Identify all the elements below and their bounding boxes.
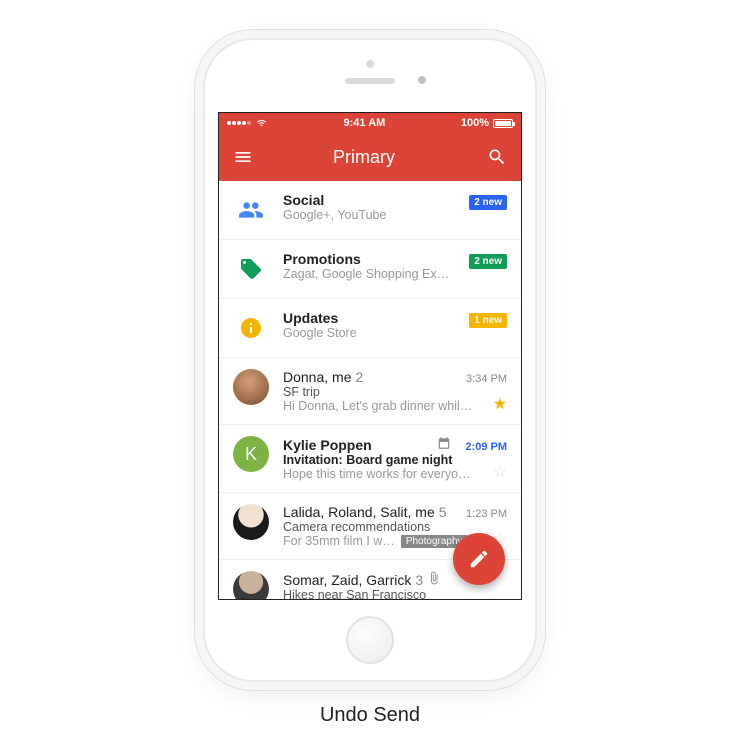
search-icon bbox=[487, 147, 507, 167]
phone-bezel-top bbox=[205, 40, 535, 112]
avatar bbox=[233, 369, 269, 405]
thread-count: 2 bbox=[355, 369, 363, 385]
compose-button[interactable] bbox=[453, 533, 505, 585]
email-from: Somar, Zaid, Garrick bbox=[283, 572, 411, 588]
email-time: 2:09 PM bbox=[457, 441, 507, 453]
category-row-promotions[interactable]: Promotions Zagat, Google Shopping Ex… 2 … bbox=[219, 240, 521, 299]
category-subtitle: Zagat, Google Shopping Ex… bbox=[283, 267, 449, 281]
front-camera bbox=[418, 76, 426, 84]
info-icon bbox=[233, 310, 269, 346]
category-row-social[interactable]: Social Google+, YouTube 2 new bbox=[219, 181, 521, 240]
star-icon[interactable]: ☆ bbox=[493, 462, 507, 482]
phone-screen: 9:41 AM 100% Primary S bbox=[218, 112, 522, 600]
new-badge: 2 new bbox=[469, 195, 507, 210]
status-signal bbox=[227, 118, 268, 128]
status-bar: 9:41 AM 100% bbox=[219, 113, 521, 133]
calendar-icon bbox=[437, 436, 451, 450]
email-subject: Hikes near San Francisco bbox=[283, 588, 426, 599]
category-title: Updates bbox=[283, 310, 338, 326]
category-title: Promotions bbox=[283, 251, 361, 267]
email-from: Lalida, Roland, Salit, me bbox=[283, 504, 435, 520]
status-battery: 100% bbox=[461, 117, 513, 129]
attachment-icon bbox=[427, 571, 441, 585]
pencil-icon bbox=[468, 548, 490, 570]
new-badge: 1 new bbox=[469, 313, 507, 328]
page-title: Primary bbox=[255, 147, 473, 168]
avatar bbox=[233, 571, 269, 599]
people-icon bbox=[233, 192, 269, 228]
email-subject: SF trip bbox=[283, 385, 320, 399]
star-icon[interactable]: ★ bbox=[493, 394, 507, 414]
app-bar: Primary bbox=[219, 133, 521, 181]
wifi-icon bbox=[255, 118, 268, 128]
email-snippet: For 35mm film I w… bbox=[283, 534, 395, 548]
image-caption: Undo Send bbox=[320, 704, 420, 727]
email-row[interactable]: Donna, me 2 3:34 PM SF trip Hi Donna, Le… bbox=[219, 358, 521, 425]
phone-frame: 9:41 AM 100% Primary S bbox=[205, 40, 535, 680]
search-button[interactable] bbox=[485, 145, 509, 169]
email-time: 3:34 PM bbox=[458, 373, 507, 385]
category-title: Social bbox=[283, 192, 324, 208]
tag-icon bbox=[233, 251, 269, 287]
hamburger-icon bbox=[233, 147, 253, 167]
thread-count: 5 bbox=[439, 504, 447, 520]
category-subtitle: Google+, YouTube bbox=[283, 208, 386, 222]
inbox-list: Social Google+, YouTube 2 new Promotions… bbox=[219, 181, 521, 599]
email-from: Donna, me bbox=[283, 369, 351, 385]
new-badge: 2 new bbox=[469, 254, 507, 269]
email-subject: Invitation: Board game night bbox=[283, 453, 452, 467]
email-subject: Camera recommendations bbox=[283, 520, 430, 534]
menu-button[interactable] bbox=[231, 145, 255, 169]
avatar bbox=[233, 504, 269, 540]
email-snippet: Hope this time works for everyo… bbox=[283, 467, 471, 481]
email-from: Kylie Poppen bbox=[283, 437, 372, 453]
email-row[interactable]: K Kylie Poppen 2:09 PM Invitation: Board… bbox=[219, 425, 521, 493]
thread-count: 3 bbox=[415, 572, 423, 588]
category-subtitle: Google Store bbox=[283, 326, 357, 340]
proximity-sensor bbox=[366, 60, 374, 68]
phone-speaker bbox=[345, 78, 395, 84]
category-row-updates[interactable]: Updates Google Store 1 new bbox=[219, 299, 521, 358]
email-snippet: Hi Donna, Let's grab dinner whil… bbox=[283, 399, 472, 413]
status-time: 9:41 AM bbox=[268, 117, 461, 129]
avatar: K bbox=[233, 436, 269, 472]
home-button[interactable] bbox=[346, 616, 394, 664]
email-time: 1:23 PM bbox=[458, 508, 507, 520]
